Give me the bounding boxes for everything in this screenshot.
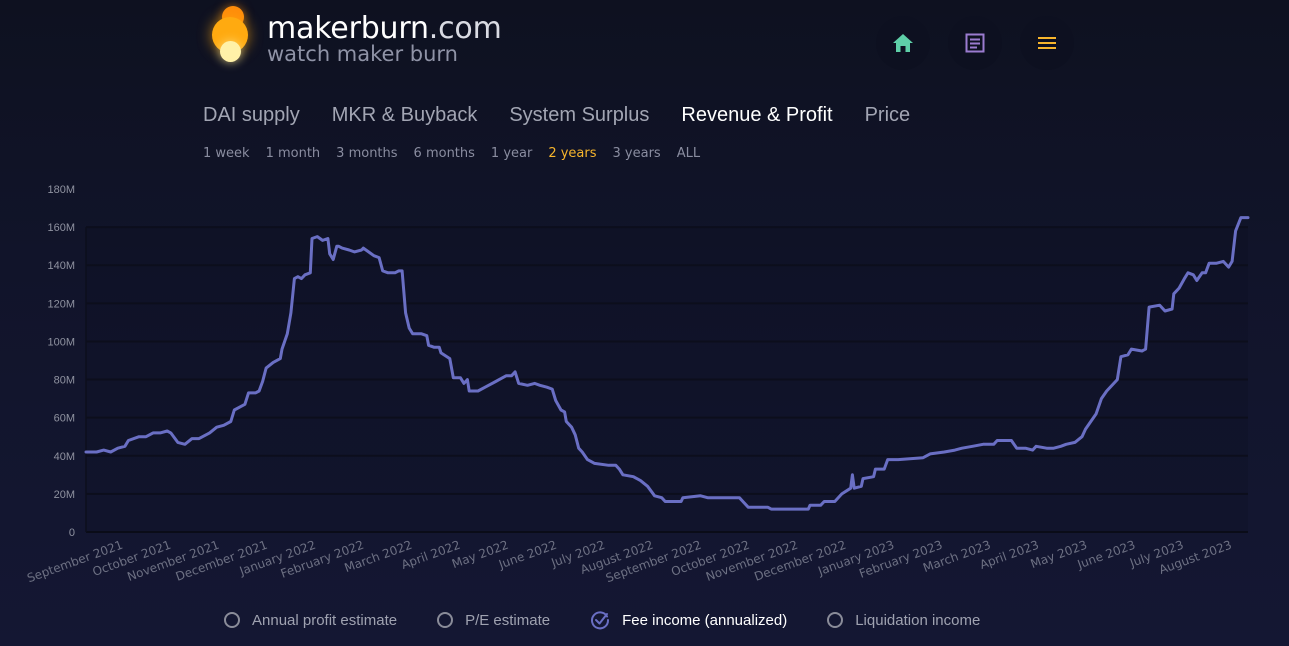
y-tick-label: 0: [69, 527, 75, 539]
range-1-month[interactable]: 1 month: [266, 146, 321, 161]
legend: Annual profit estimate P/E estimate Fee in…: [224, 610, 1020, 630]
brand-name: makerburn: [267, 11, 429, 46]
time-range-selector: 1 week 1 month 3 months 6 months 1 year 2 yea…: [203, 146, 716, 161]
y-tick-label: 20M: [54, 489, 75, 501]
brand-title: makerburn.com: [267, 12, 502, 46]
legend-label: Fee income (annualized): [622, 611, 788, 629]
logo-flame-bottom: [220, 41, 241, 62]
menu-icon: [1038, 37, 1056, 49]
y-tick-label: 100M: [47, 336, 75, 348]
legend-item-p-e-estimate[interactable]: P/E estimate: [437, 612, 550, 629]
legend-item-annual-profit-estimate[interactable]: Annual profit estimate: [224, 612, 397, 629]
legend-label: Liquidation income: [855, 611, 981, 629]
range-2-years[interactable]: 2 years: [548, 146, 596, 161]
y-tick-label: 180M: [47, 184, 75, 196]
tab-revenue-profit[interactable]: Revenue & Profit: [681, 104, 832, 127]
legend-label: P/E estimate: [465, 611, 551, 629]
legend-label: Annual profit estimate: [252, 611, 398, 629]
legend-item-liquidation-income[interactable]: Liquidation income: [827, 612, 980, 629]
check-circle-icon: [591, 611, 610, 630]
tab-system-surplus[interactable]: System Surplus: [509, 104, 649, 127]
logo[interactable]: [210, 2, 256, 66]
range-all[interactable]: ALL: [677, 146, 700, 161]
brand-tagline: watch maker burn: [267, 42, 458, 66]
fee-income-chart: 020M40M60M80M100M120M140M160M180MSeptemb…: [25, 184, 1250, 585]
range-3-years[interactable]: 3 years: [613, 146, 661, 161]
legend-item-fee-income-annualized[interactable]: Fee income (annualized): [590, 610, 787, 630]
range-1-year[interactable]: 1 year: [491, 146, 532, 161]
range-6-months[interactable]: 6 months: [414, 146, 475, 161]
tab-dai-supply[interactable]: DAI supply: [203, 104, 300, 127]
y-tick-label: 140M: [47, 260, 75, 272]
y-tick-label: 40M: [54, 451, 75, 463]
brand-domain: .com: [428, 11, 502, 46]
home-button[interactable]: [876, 16, 930, 70]
range-3-months[interactable]: 3 months: [336, 146, 397, 161]
radio-circle-icon: [437, 612, 454, 628]
tab-mkr-buyback[interactable]: MKR & Buyback: [332, 104, 478, 127]
range-1-week[interactable]: 1 week: [203, 146, 250, 161]
y-tick-label: 160M: [47, 222, 75, 234]
menu-button[interactable]: [1020, 16, 1074, 70]
radio-circle-icon: [827, 612, 844, 628]
radio-circle-icon: [224, 612, 240, 628]
y-tick-label: 80M: [54, 375, 75, 387]
main-tabs: DAI supply MKR & Buyback System Surplus Rev…: [203, 104, 942, 127]
tab-price[interactable]: Price: [865, 104, 911, 127]
brand[interactable]: makerburn.com watch maker burn: [267, 12, 502, 66]
docs-button[interactable]: [948, 16, 1002, 70]
home-icon: [893, 34, 913, 52]
y-tick-label: 120M: [47, 298, 75, 310]
document-icon: [965, 33, 985, 53]
y-tick-label: 60M: [54, 413, 75, 425]
